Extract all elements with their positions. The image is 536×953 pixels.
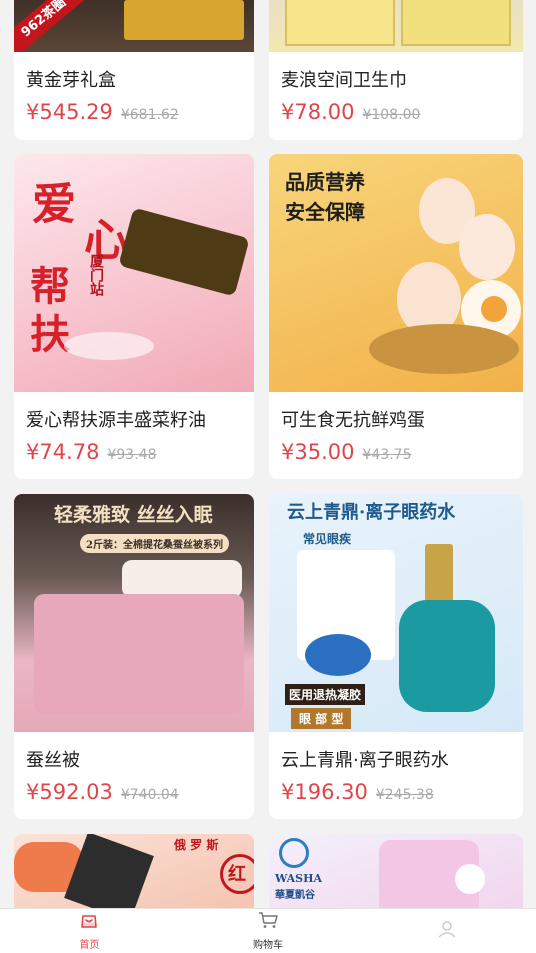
product-price: ¥545.29 ¥681.62 bbox=[26, 100, 179, 124]
tab-profile[interactable] bbox=[357, 909, 536, 953]
product-price: ¥592.03 ¥740.04 bbox=[26, 780, 179, 804]
product-price: ¥35.00 ¥43.75 bbox=[281, 440, 411, 464]
product-title: 可生食无抗鲜鸡蛋 bbox=[281, 410, 425, 431]
current-price: ¥545.29 bbox=[26, 100, 113, 124]
tab-cart[interactable]: 购物车 bbox=[179, 909, 358, 953]
original-price: ¥43.75 bbox=[362, 447, 412, 463]
product-card[interactable]: 962茶圈 黄金芽礼盒 ¥545.29 ¥681.62 bbox=[14, 0, 254, 140]
product-card[interactable]: 爱 心 帮 扶 厦门站 爱心帮扶源丰盛菜籽油 ¥74.78 ¥93.48 bbox=[14, 154, 254, 479]
tissue-box-image bbox=[269, 0, 523, 52]
original-price: ¥245.38 bbox=[375, 787, 434, 803]
product-title: 蚕丝被 bbox=[26, 750, 80, 771]
cart-icon bbox=[257, 911, 279, 933]
tab-home[interactable]: 首页 bbox=[0, 909, 179, 953]
original-price: ¥93.48 bbox=[107, 447, 157, 463]
original-price: ¥740.04 bbox=[120, 787, 179, 803]
bottom-tab-bar: 首页 购物车 bbox=[0, 908, 536, 953]
product-price: ¥78.00 ¥108.00 bbox=[281, 100, 420, 124]
product-title: 黄金芽礼盒 bbox=[26, 70, 116, 91]
tab-label: 购物车 bbox=[253, 940, 283, 951]
current-price: ¥74.78 bbox=[26, 440, 100, 464]
current-price: ¥592.03 bbox=[26, 780, 113, 804]
eye-drops-image: 云上青鼎·离子眼药水 常见眼疾 医用退热凝胶 眼 部 型 bbox=[269, 494, 523, 732]
current-price: ¥196.30 bbox=[281, 780, 368, 804]
oil-bottle-image: 爱 心 帮 扶 厦门站 bbox=[14, 154, 254, 392]
current-price: ¥78.00 bbox=[281, 100, 355, 124]
gift-box-image: 962茶圈 bbox=[14, 0, 254, 52]
original-price: ¥681.62 bbox=[120, 107, 179, 123]
product-price: ¥196.30 ¥245.38 bbox=[281, 780, 434, 804]
product-card[interactable]: 品质营养 安全保障 可生食无抗鲜鸡蛋 ¥35.00 ¥43.75 bbox=[269, 154, 523, 479]
product-price: ¥74.78 ¥93.48 bbox=[26, 440, 156, 464]
product-card[interactable]: 麦浪空间卫生巾 ¥78.00 ¥108.00 bbox=[269, 0, 523, 140]
user-icon bbox=[436, 920, 458, 942]
product-card[interactable]: 云上青鼎·离子眼药水 常见眼疾 医用退热凝胶 眼 部 型 云上青鼎·离子眼药水 … bbox=[269, 494, 523, 819]
product-title: 爱心帮扶源丰盛菜籽油 bbox=[26, 410, 206, 431]
product-title: 麦浪空间卫生巾 bbox=[281, 70, 407, 91]
product-title: 云上青鼎·离子眼药水 bbox=[281, 750, 449, 771]
badge-ribbon: 962茶圈 bbox=[14, 0, 98, 52]
shopping-bag-icon bbox=[79, 911, 99, 933]
product-card[interactable]: 轻柔雅致 丝丝入眠 2斤装：全棉提花桑蚕丝被系列 蚕丝被 ¥592.03 ¥74… bbox=[14, 494, 254, 819]
eggs-image: 品质营养 安全保障 bbox=[269, 154, 523, 392]
current-price: ¥35.00 bbox=[281, 440, 355, 464]
quilt-image: 轻柔雅致 丝丝入眠 2斤装：全棉提花桑蚕丝被系列 bbox=[14, 494, 254, 732]
tab-label: 首页 bbox=[79, 940, 100, 951]
original-price: ¥108.00 bbox=[362, 107, 421, 123]
